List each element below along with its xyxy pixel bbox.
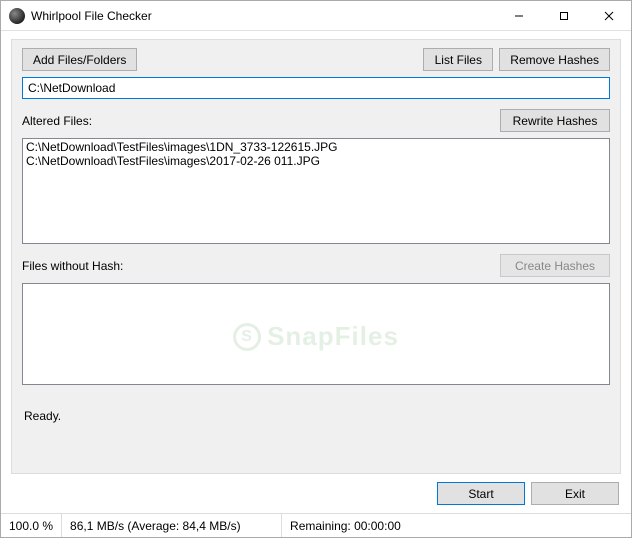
altered-files-label: Altered Files: [22,114,500,128]
list-item[interactable]: C:\NetDownload\TestFiles\images\1DN_3733… [26,140,606,154]
start-button[interactable]: Start [437,482,525,505]
remove-hashes-button[interactable]: Remove Hashes [499,48,610,71]
statusbar: 100.0 % 86,1 MB/s (Average: 84,4 MB/s) R… [1,513,631,537]
main-panel: Add Files/Folders List Files Remove Hash… [11,39,621,474]
close-button[interactable] [586,1,631,30]
path-input[interactable] [22,77,610,99]
top-toolbar: Add Files/Folders List Files Remove Hash… [22,48,610,71]
status-speed: 86,1 MB/s (Average: 84,4 MB/s) [62,514,282,537]
client-area: S SnapFiles Add Files/Folders List Files… [1,31,631,513]
app-window: Whirlpool File Checker S SnapFiles Add F… [0,0,632,538]
create-hashes-button[interactable]: Create Hashes [500,254,610,277]
list-item[interactable]: C:\NetDownload\TestFiles\images\2017-02-… [26,154,606,168]
altered-files-list[interactable]: C:\NetDownload\TestFiles\images\1DN_3733… [22,138,610,244]
rewrite-hashes-button[interactable]: Rewrite Hashes [500,109,610,132]
titlebar[interactable]: Whirlpool File Checker [1,1,631,31]
exit-button[interactable]: Exit [531,482,619,505]
altered-header: Altered Files: Rewrite Hashes [22,109,610,132]
add-files-folders-button[interactable]: Add Files/Folders [22,48,137,71]
maximize-icon [559,11,569,21]
close-icon [604,11,614,21]
status-message: Ready. [22,391,610,429]
window-controls [496,1,631,30]
minimize-button[interactable] [496,1,541,30]
minimize-icon [514,11,524,21]
list-files-button[interactable]: List Files [423,48,493,71]
maximize-button[interactable] [541,1,586,30]
status-remaining: Remaining: 00:00:00 [282,514,409,537]
window-title: Whirlpool File Checker [31,9,496,23]
nohash-header: Files without Hash: Create Hashes [22,254,610,277]
app-icon [9,8,25,24]
files-without-hash-label: Files without Hash: [22,259,500,273]
status-progress: 100.0 % [1,514,62,537]
nohash-files-list[interactable] [22,283,610,385]
footer-buttons: Start Exit [11,482,621,507]
